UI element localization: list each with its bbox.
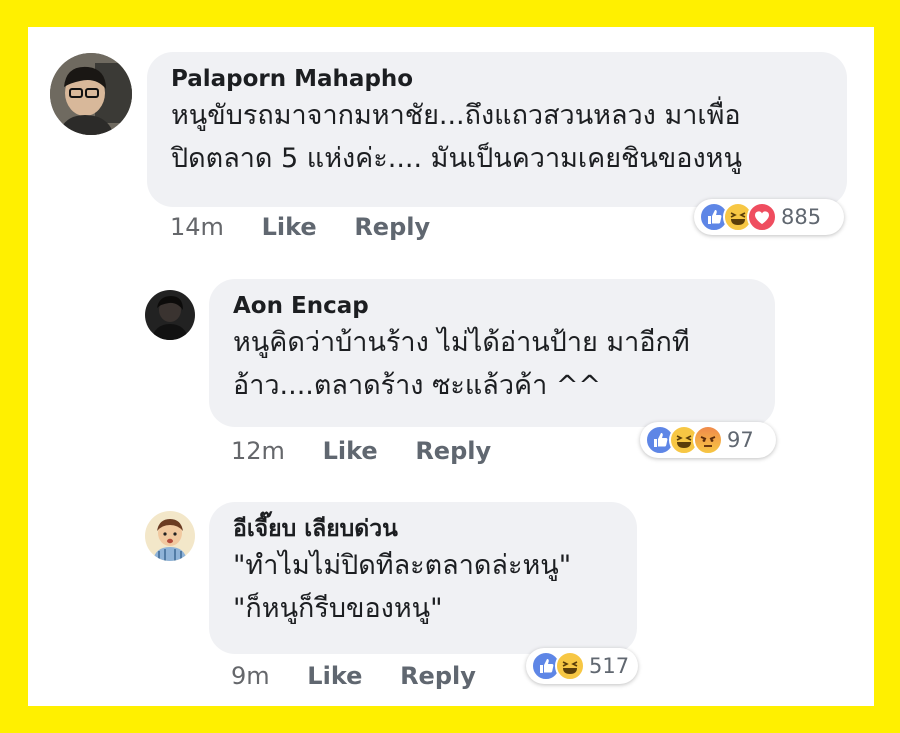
- love-icon: [747, 202, 777, 232]
- reaction-summary[interactable]: 97: [640, 422, 776, 458]
- comment-text-line: อ้าว....ตลาดร้าง ซะแล้วค้า ^^: [233, 370, 602, 401]
- reaction-count: 97: [727, 428, 754, 452]
- comment-meta: 9m Like Reply: [231, 662, 506, 690]
- reply-button[interactable]: Reply: [415, 437, 491, 465]
- reaction-count: 885: [781, 205, 822, 229]
- comment-bubble: Aon Encap หนูคิดว่าบ้านร้าง ไม่ได้อ่านป้…: [209, 279, 775, 427]
- comment-bubble: อีเจี๊ยบ เลียบด่วน "ทำไมไม่ปิดทีละตลาดล่…: [209, 502, 637, 654]
- comment-author[interactable]: อีเจี๊ยบ เลียบด่วน: [233, 514, 615, 544]
- comment-author[interactable]: Aon Encap: [233, 291, 753, 321]
- comment-text-line: "ทำไมไม่ปิดทีละตลาดล่ะหนู": [233, 550, 572, 581]
- like-button[interactable]: Like: [307, 662, 362, 690]
- reaction-summary[interactable]: 885: [694, 199, 844, 235]
- comment-text-line: หนูขับรถมาจากมหาชัย...ถึงแถวสวนหลวง มาเพ…: [171, 100, 741, 131]
- reaction-summary[interactable]: 517: [526, 648, 638, 684]
- comment-meta: 14m Like Reply: [170, 213, 460, 241]
- comment-time[interactable]: 12m: [231, 437, 285, 465]
- like-button[interactable]: Like: [323, 437, 378, 465]
- comment-author[interactable]: Palaporn Mahapho: [171, 64, 825, 94]
- comment-bubble: Palaporn Mahapho หนูขับรถมาจากมหาชัย...ถ…: [147, 52, 847, 207]
- comment-meta: 12m Like Reply: [231, 437, 521, 465]
- comment-time[interactable]: 9m: [231, 662, 270, 690]
- angry-icon: [693, 425, 723, 455]
- like-button[interactable]: Like: [262, 213, 317, 241]
- avatar[interactable]: [145, 290, 195, 340]
- avatar[interactable]: [50, 53, 132, 135]
- haha-icon: [555, 651, 585, 681]
- reaction-count: 517: [589, 654, 630, 678]
- comment-text-line: ปิดตลาด 5 แห่งค่ะ.... มันเป็นความเคยชินข…: [171, 143, 742, 174]
- reply-button[interactable]: Reply: [354, 213, 430, 241]
- comment-text-line: หนูคิดว่าบ้านร้าง ไม่ได้อ่านป้าย มาอีกที: [233, 327, 690, 358]
- avatar[interactable]: [145, 511, 195, 561]
- comment-time[interactable]: 14m: [170, 213, 224, 241]
- comment-text-line: "ก็หนูก็รีบของหนู": [233, 593, 443, 624]
- reply-button[interactable]: Reply: [400, 662, 476, 690]
